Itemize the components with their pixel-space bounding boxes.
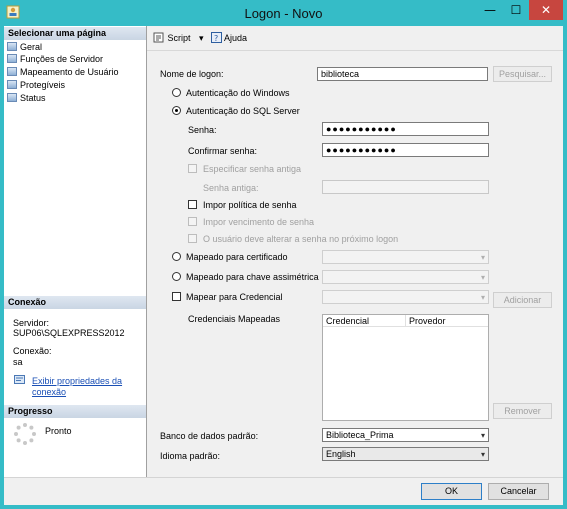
script-icon [153,32,164,43]
ok-button[interactable]: OK [421,483,482,500]
page-item-status[interactable]: Status [7,92,46,104]
chevron-down-icon: ▾ [480,450,485,459]
help-button[interactable]: ? Ajuda [211,32,247,43]
toolbar: Script ▾ ? Ajuda [147,26,563,51]
page-icon [7,93,17,102]
must-change-checkbox[interactable] [188,234,197,243]
mapped-certificate-radio[interactable] [172,252,181,261]
select-page-header: Selecionar uma página [4,27,146,40]
chevron-down-icon: ▾ [480,293,485,302]
close-button[interactable]: ✕ [529,0,563,20]
auth-sql-radio[interactable] [172,106,181,115]
chevron-down-icon: ▾ [480,273,485,282]
cancel-button[interactable]: Cancelar [488,483,549,500]
server-value: SUP06\SQLEXPRESS2012 [13,328,125,338]
column-header-credential[interactable]: Credencial [323,315,406,327]
credential-select[interactable]: ▾ [322,290,489,304]
default-language-select[interactable]: English ▾ [322,447,489,461]
old-password-field[interactable] [322,180,489,194]
minimize-button[interactable]: — [477,0,503,20]
enforce-expiration-checkbox[interactable] [188,217,197,226]
main-pane: Script ▾ ? Ajuda Nome de logon: bibliote… [147,26,563,477]
left-pane: Selecionar uma página Geral Funções de S… [4,26,147,477]
add-credential-button[interactable]: Adicionar [493,292,552,308]
server-label: Servidor: [13,318,50,328]
default-database-select[interactable]: Biblioteca_Prima ▾ [322,428,489,442]
view-connection-properties-link-line2[interactable]: conexão [32,387,66,397]
connection-value: sa [13,357,23,367]
properties-icon [14,375,25,384]
default-database-label: Banco de dados padrão: [160,431,259,441]
progress-header: Progresso [4,405,146,418]
enforce-policy-label: Impor política de senha [203,200,297,210]
password-label: Senha: [188,125,217,135]
auth-windows-label: Autenticação do Windows [186,88,290,98]
mapped-asymmetric-key-radio[interactable] [172,272,181,281]
auth-sql-label: Autenticação do SQL Server [186,106,300,116]
mapped-certificate-label: Mapeado para certificado [186,252,288,262]
page-item-user-mapping[interactable]: Mapeamento de Usuário [7,66,119,78]
progress-spinner-icon [14,423,36,445]
map-credential-checkbox[interactable] [172,292,181,301]
title-bar[interactable]: Logon - Novo — ☐ ✕ [0,0,567,26]
map-credential-label: Mapear para Credencial [186,292,283,302]
login-name-input[interactable]: biblioteca [317,67,488,81]
confirm-password-field[interactable]: ●●●●●●●●●●● [322,143,489,157]
must-change-label: O usuário deve alterar a senha no próxim… [203,234,399,244]
default-language-label: Idioma padrão: [160,451,221,461]
search-button[interactable]: Pesquisar... [493,66,552,82]
dialog-client-area: Selecionar uma página Geral Funções de S… [4,26,563,505]
view-connection-properties-link[interactable]: Exibir propriedades da [32,376,122,386]
chevron-down-icon: ▾ [480,253,485,262]
script-button[interactable]: Script ▾ [153,32,204,44]
maximize-button[interactable]: ☐ [503,0,529,20]
page-item-server-roles[interactable]: Funções de Servidor [7,53,103,65]
login-name-label: Nome de logon: [160,69,224,79]
progress-status: Pronto [45,426,72,436]
mapped-credentials-label: Credenciais Mapeadas [188,314,281,324]
page-item-securables[interactable]: Protegíveis [7,79,65,91]
connection-header: Conexão [4,296,146,309]
chevron-down-icon: ▾ [480,431,485,440]
login-dialog-window: Logon - Novo — ☐ ✕ Selecionar uma página… [0,0,567,509]
svg-text:?: ? [214,34,218,43]
certificate-select[interactable]: ▾ [322,250,489,264]
enforce-expiration-label: Impor vencimento de senha [203,217,315,227]
page-icon [7,80,17,89]
enforce-policy-checkbox[interactable] [188,200,197,209]
remove-credential-button[interactable]: Remover [493,403,552,419]
asymmetric-key-select[interactable]: ▾ [322,270,489,284]
old-password-label: Senha antiga: [203,183,259,193]
auth-windows-radio[interactable] [172,88,181,97]
page-item-general[interactable]: Geral [7,41,42,53]
chevron-down-icon[interactable]: ▾ [199,33,204,43]
column-header-provider[interactable]: Provedor [406,315,488,327]
connection-label: Conexão: [13,346,52,356]
dialog-button-bar: OK Cancelar [4,477,563,505]
help-icon: ? [211,32,222,43]
mapped-asymmetric-key-label: Mapeado para chave assimétrica [186,272,319,282]
page-icon [7,67,17,76]
confirm-password-label: Confirmar senha: [188,146,258,156]
page-icon [7,54,17,63]
password-field[interactable]: ●●●●●●●●●●● [322,122,489,136]
specify-old-password-label: Especificar senha antiga [203,164,302,174]
page-icon [7,42,17,51]
mapped-credentials-grid[interactable]: Credencial Provedor [322,314,489,421]
specify-old-password-checkbox[interactable] [188,164,197,173]
